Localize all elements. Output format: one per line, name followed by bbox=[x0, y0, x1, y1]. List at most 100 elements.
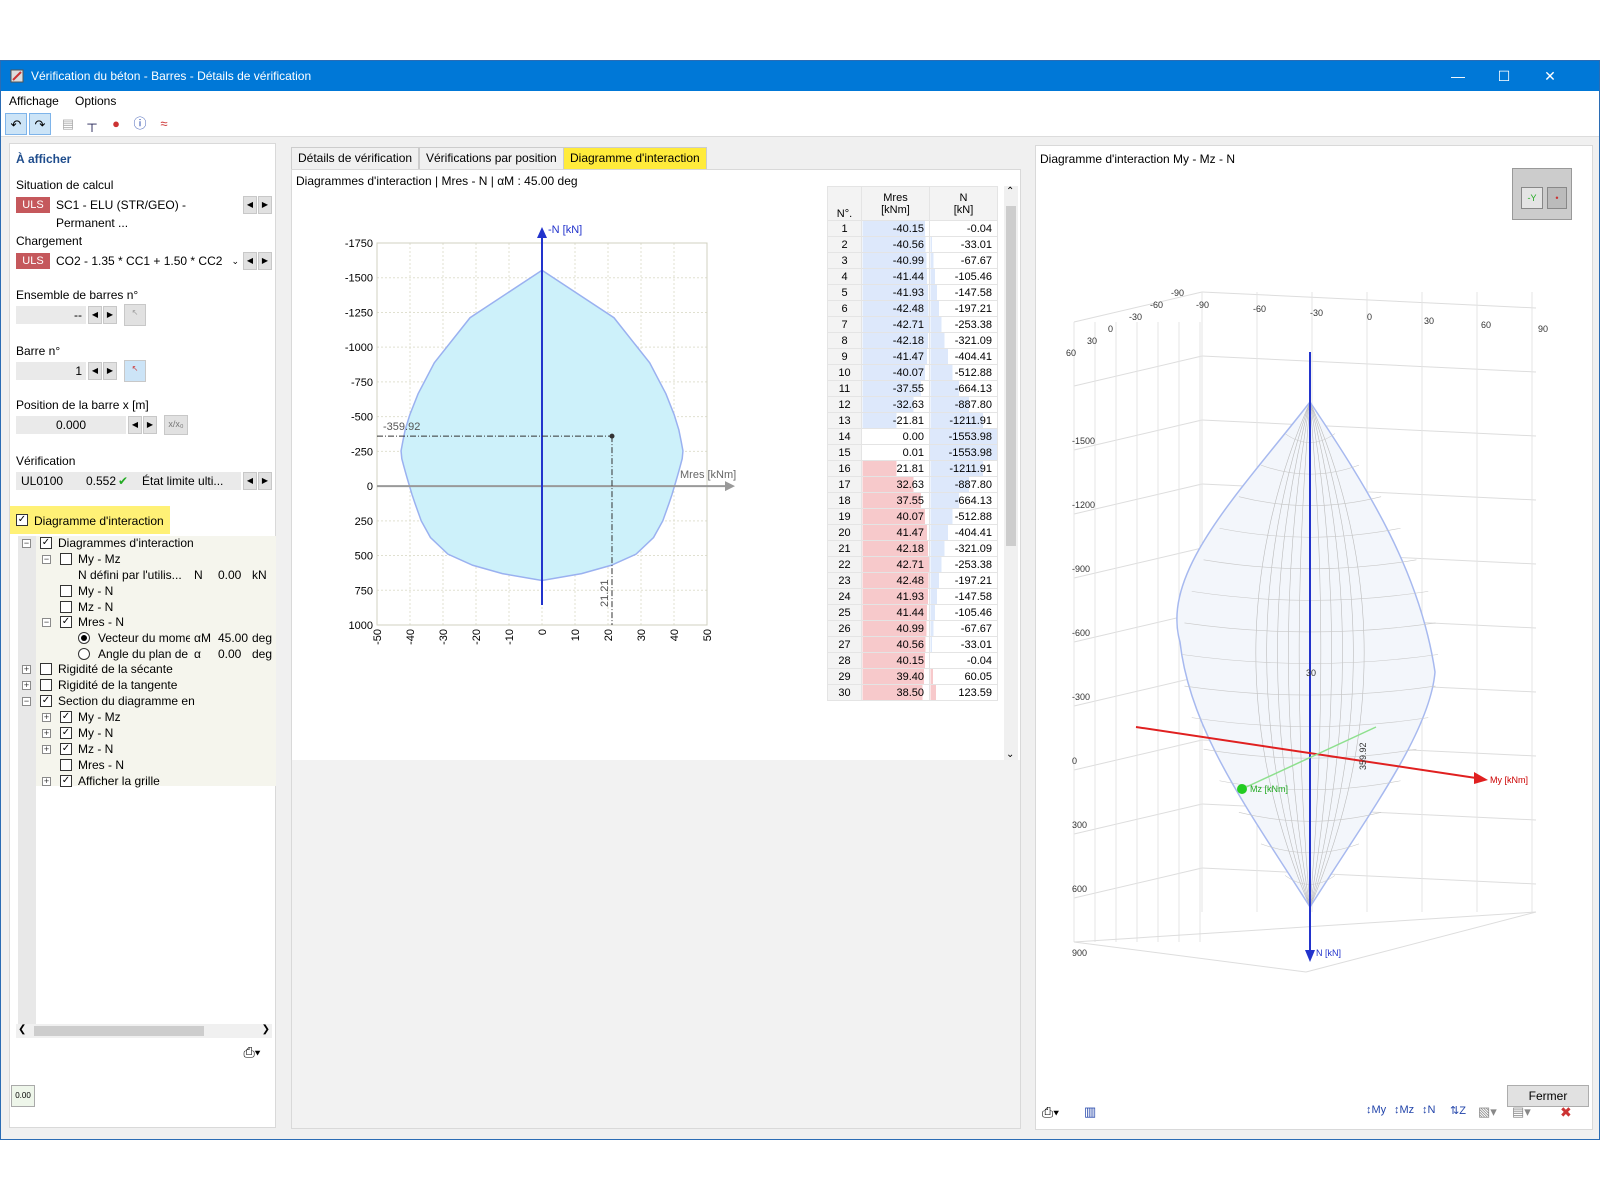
horizontal-scrollbar[interactable]: ❮ ❯ bbox=[16, 1024, 272, 1038]
scroll-down-icon[interactable]: ⌄ bbox=[1006, 749, 1014, 760]
pick-member-icon[interactable]: ↖ bbox=[124, 360, 146, 382]
scroll-left-icon[interactable]: ❮ bbox=[18, 1024, 26, 1035]
prev-arrow-icon[interactable]: ◀ bbox=[243, 252, 257, 270]
table-row[interactable]: 20 41.47 -404.41 bbox=[827, 524, 998, 541]
checkbox-icon[interactable] bbox=[60, 601, 72, 613]
close-window-button[interactable]: ✕ bbox=[1527, 61, 1573, 91]
table-row[interactable]: 6 -42.48 -197.21 bbox=[827, 300, 998, 317]
vertical-scrollbar[interactable]: ⌃ ⌄ bbox=[1004, 186, 1018, 760]
view-cube-icon[interactable]: -Y • bbox=[1512, 168, 1572, 220]
table-row[interactable]: 7 -42.71 -253.38 bbox=[827, 316, 998, 333]
position-select[interactable]: 0.000 bbox=[16, 416, 126, 434]
next-arrow-icon[interactable]: ▶ bbox=[258, 472, 272, 490]
table-row[interactable]: 15 0.01 -1553.98 bbox=[827, 444, 998, 461]
table-row[interactable]: 8 -42.18 -321.09 bbox=[827, 332, 998, 349]
3d-interaction-view[interactable]: My [kNm]Mz [kNm]N [kN]-90 -60 -30 0 30 60 9060… bbox=[1036, 172, 1592, 1072]
print-icon[interactable]: ⎙▾ bbox=[1042, 1104, 1078, 1124]
verification-select[interactable]: UL0100 0.552 ✔ État limite ulti... bbox=[16, 472, 241, 490]
table-row[interactable]: 3 -40.99 -67.67 bbox=[827, 252, 998, 269]
next-arrow-icon[interactable]: ▶ bbox=[103, 306, 117, 324]
barre-input[interactable]: 1 bbox=[16, 362, 86, 380]
table-row[interactable]: 24 41.93 -147.58 bbox=[827, 588, 998, 605]
table-row[interactable]: 30 38.50 123.59 bbox=[827, 684, 998, 701]
show-my-icon[interactable]: ↕My bbox=[1366, 1104, 1390, 1124]
expand-icon[interactable]: + bbox=[22, 681, 31, 690]
checkbox-icon[interactable] bbox=[60, 585, 72, 597]
collapse-icon[interactable]: − bbox=[22, 539, 31, 548]
table-row[interactable]: 25 41.44 -105.46 bbox=[827, 604, 998, 621]
collapse-icon[interactable]: − bbox=[42, 555, 51, 564]
table-row[interactable]: 14 0.00 -1553.98 bbox=[827, 428, 998, 445]
close-button[interactable]: Fermer bbox=[1507, 1085, 1589, 1107]
radio-icon[interactable] bbox=[78, 648, 90, 660]
table-row[interactable]: 19 40.07 -512.88 bbox=[827, 508, 998, 525]
minimize-button[interactable]: — bbox=[1435, 61, 1481, 91]
table-icon[interactable]: ▤ bbox=[57, 113, 79, 135]
expand-icon[interactable]: + bbox=[42, 729, 51, 738]
table-row[interactable]: 18 37.55 -664.13 bbox=[827, 492, 998, 509]
show-n-icon[interactable]: ↕N bbox=[1422, 1104, 1446, 1124]
scroll-thumb[interactable] bbox=[34, 1026, 204, 1036]
render-mode-icon[interactable]: ▧▾ bbox=[1478, 1104, 1508, 1124]
checkbox-checked-icon[interactable]: ✓ bbox=[40, 695, 52, 707]
collapse-icon[interactable]: − bbox=[42, 618, 51, 627]
table-row[interactable]: 17 32.63 -887.80 bbox=[827, 476, 998, 493]
prev-arrow-icon[interactable]: ◀ bbox=[88, 306, 102, 324]
checkbox-icon[interactable] bbox=[60, 553, 72, 565]
table-row[interactable]: 5 -41.93 -147.58 bbox=[827, 284, 998, 301]
expand-icon[interactable]: + bbox=[22, 665, 31, 674]
diagram-checkbox-row[interactable]: ✓ Diagramme d'interaction bbox=[10, 506, 170, 534]
checkbox-checked-icon[interactable]: ✓ bbox=[60, 727, 72, 739]
axis-z-icon[interactable]: ⇅Z bbox=[1450, 1104, 1474, 1124]
table-row[interactable]: 9 -41.47 -404.41 bbox=[827, 348, 998, 365]
table-row[interactable]: 26 40.99 -67.67 bbox=[827, 620, 998, 637]
tab-verifications-position[interactable]: Vérifications par position bbox=[419, 147, 564, 169]
table-row[interactable]: 22 42.71 -253.38 bbox=[827, 556, 998, 573]
table-row[interactable]: 28 40.15 -0.04 bbox=[827, 652, 998, 669]
table-row[interactable]: 27 40.56 -33.01 bbox=[827, 636, 998, 653]
expand-icon[interactable]: + bbox=[42, 713, 51, 722]
units-icon[interactable]: 0.00 bbox=[11, 1085, 35, 1107]
table-row[interactable]: 1 -40.15 -0.04 bbox=[827, 220, 998, 237]
show-mz-icon[interactable]: ↕Mz bbox=[1394, 1104, 1418, 1124]
member-icon[interactable]: ┬ bbox=[81, 113, 103, 135]
tab-diagramme[interactable]: Diagramme d'interaction bbox=[563, 147, 707, 169]
prev-arrow-icon[interactable]: ◀ bbox=[88, 362, 102, 380]
maximize-button[interactable]: ☐ bbox=[1481, 61, 1527, 91]
checkbox-icon[interactable] bbox=[40, 663, 52, 675]
table-row[interactable]: 12 -32.63 -887.80 bbox=[827, 396, 998, 413]
ensemble-input[interactable]: -- bbox=[16, 306, 86, 324]
table-row[interactable]: 23 42.48 -197.21 bbox=[827, 572, 998, 589]
tab-details[interactable]: Détails de vérification bbox=[291, 147, 420, 169]
checkbox-checked-icon[interactable]: ✓ bbox=[60, 743, 72, 755]
scroll-right-icon[interactable]: ❯ bbox=[262, 1024, 270, 1035]
menu-options[interactable]: Options bbox=[75, 94, 116, 108]
checkbox-checked-icon[interactable]: ✓ bbox=[40, 537, 52, 549]
reset-view-icon[interactable]: ✖ bbox=[1560, 1104, 1584, 1124]
print-icon[interactable]: ⎙▾ bbox=[234, 1044, 270, 1064]
prev-arrow-icon[interactable]: ◀ bbox=[243, 196, 257, 214]
collapse-icon[interactable]: − bbox=[22, 697, 31, 706]
next-arrow-icon[interactable]: ▶ bbox=[258, 196, 272, 214]
colors-icon[interactable]: ● bbox=[105, 113, 127, 135]
table-row[interactable]: 11 -37.55 -664.13 bbox=[827, 380, 998, 397]
next-arrow-icon[interactable]: ▶ bbox=[143, 416, 157, 434]
select-prev-icon[interactable]: ↶ bbox=[5, 113, 27, 135]
table-row[interactable]: 16 21.81 -1211.91 bbox=[827, 460, 998, 477]
legend-icon[interactable]: ▥ bbox=[1084, 1104, 1104, 1124]
checkbox-checked-icon[interactable]: ✓ bbox=[16, 514, 28, 526]
pick-member-icon[interactable]: ↖ bbox=[124, 304, 146, 326]
next-arrow-icon[interactable]: ▶ bbox=[103, 362, 117, 380]
checkbox-checked-icon[interactable]: ✓ bbox=[60, 711, 72, 723]
relative-position-button[interactable]: x/x₀ bbox=[164, 415, 188, 435]
checkbox-icon[interactable] bbox=[40, 679, 52, 691]
table-row[interactable]: 13 -21.81 -1211.91 bbox=[827, 412, 998, 429]
table-row[interactable]: 29 39.40 60.05 bbox=[827, 668, 998, 685]
scroll-thumb[interactable] bbox=[1006, 206, 1016, 546]
expand-icon[interactable]: + bbox=[42, 745, 51, 754]
tree-vecteur-value[interactable]: 45.00 bbox=[218, 631, 248, 645]
tree-n-value[interactable]: 0.00 bbox=[218, 568, 241, 582]
prev-arrow-icon[interactable]: ◀ bbox=[243, 472, 257, 490]
scroll-up-icon[interactable]: ⌃ bbox=[1006, 186, 1014, 197]
situation-select[interactable]: ULS SC1 - ELU (STR/GEO) - Permanent ... bbox=[16, 196, 241, 230]
